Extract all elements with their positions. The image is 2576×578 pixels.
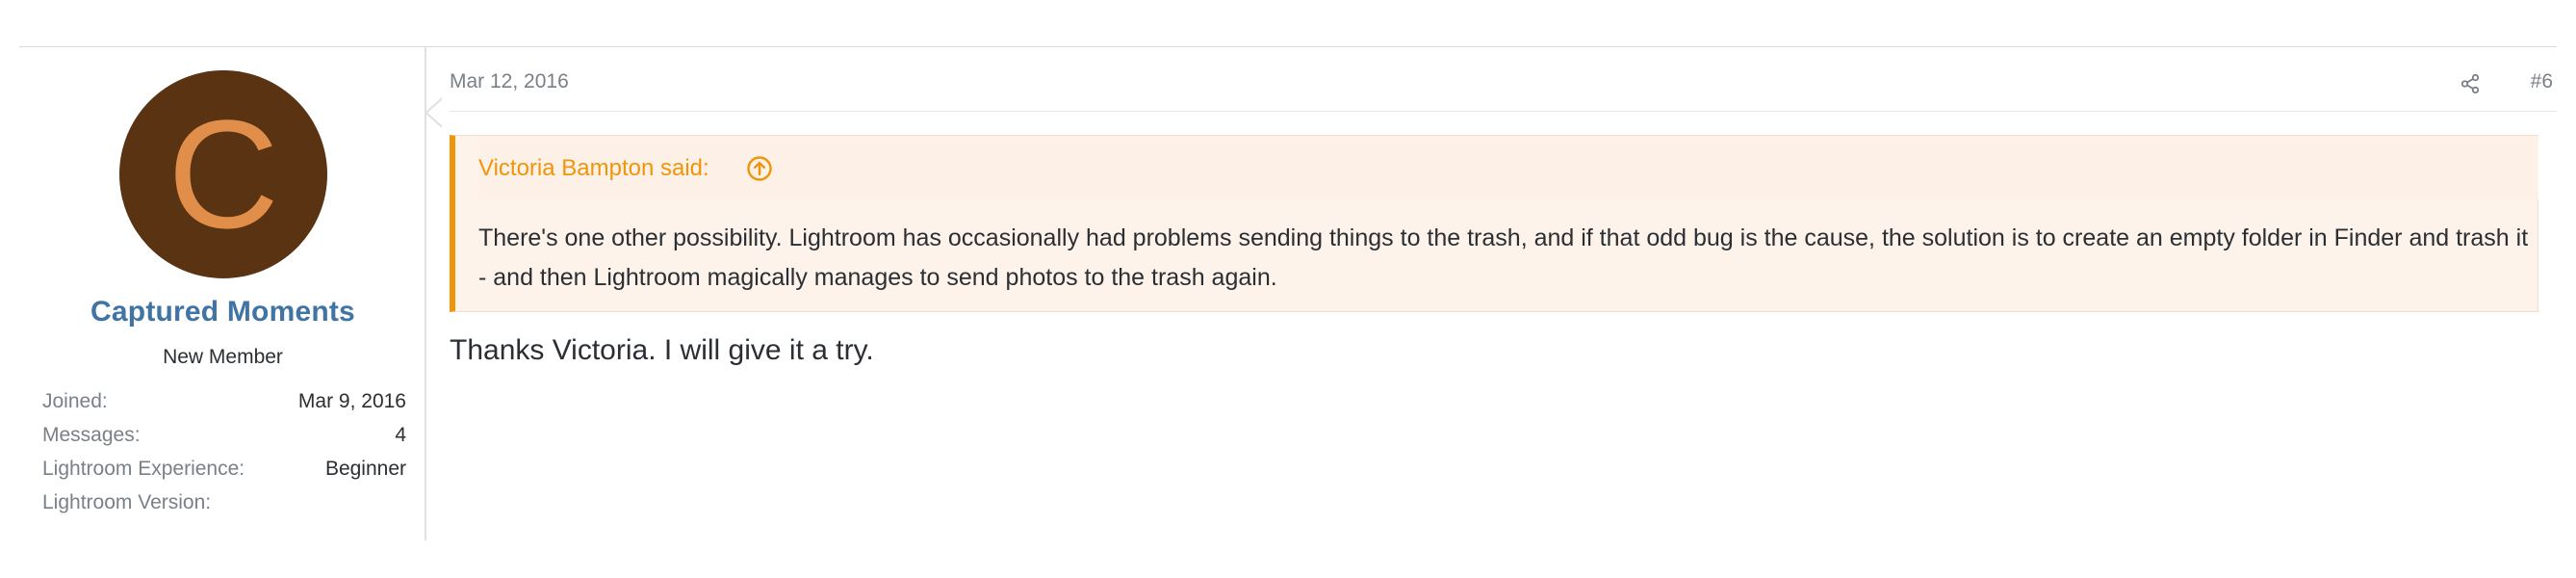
post-pointer-fill — [427, 99, 443, 126]
user-extra-joined: Joined: Mar 9, 2016 — [42, 384, 406, 418]
user-title: New Member — [163, 346, 283, 368]
forum-page: C Captured Moments New Member Joined: Ma… — [0, 0, 2576, 578]
quote-author[interactable]: Victoria Bampton said: — [478, 155, 709, 182]
user-extras: Joined: Mar 9, 2016 Messages: 4 Lightroo… — [42, 384, 406, 519]
user-extra-experience: Lightroom Experience: Beginner — [42, 452, 406, 486]
quote-block: Victoria Bampton said: There's one other… — [450, 135, 2538, 312]
user-extra-messages: Messages: 4 — [42, 418, 406, 452]
extra-value: Mar 9, 2016 — [297, 390, 406, 412]
extra-value: Beginner — [324, 458, 406, 480]
avatar[interactable]: C — [119, 70, 327, 278]
user-extra-version: Lightroom Version: — [42, 486, 406, 519]
post-attribution-bar: Mar 12, 2016 #6 — [450, 47, 2557, 112]
post-date-link[interactable]: Mar 12, 2016 — [450, 70, 569, 93]
extra-label: Messages: — [42, 424, 141, 446]
extra-label: Lightroom Version: — [42, 491, 212, 513]
post-message: Thanks Victoria. I will give it a try. — [450, 334, 874, 366]
extra-label: Joined: — [42, 390, 108, 412]
arrow-up-circle-icon[interactable] — [746, 155, 773, 182]
share-icon[interactable] — [2460, 73, 2481, 94]
forum-post: C Captured Moments New Member Joined: Ma… — [19, 47, 2557, 578]
quote-text: There's one other possibility. Lightroom… — [478, 224, 2529, 291]
extra-value: 4 — [395, 424, 406, 446]
quote-header: Victoria Bampton said: — [478, 136, 2538, 199]
extra-label: Lightroom Experience: — [42, 458, 245, 480]
username-link[interactable]: Captured Moments — [19, 296, 426, 328]
user-info-panel: C Captured Moments New Member Joined: Ma… — [19, 47, 426, 540]
post-number-link[interactable]: #6 — [2531, 70, 2553, 93]
